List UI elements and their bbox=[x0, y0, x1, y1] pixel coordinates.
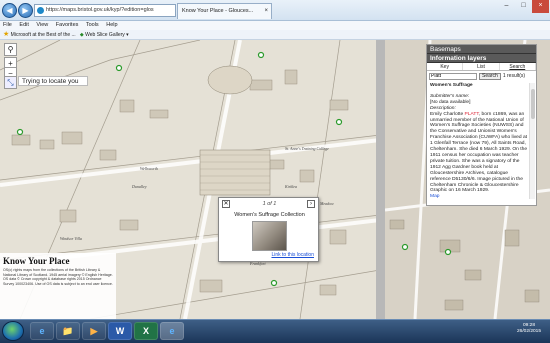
minimize-button[interactable]: – bbox=[498, 0, 515, 13]
tab-search[interactable]: Search bbox=[499, 63, 536, 70]
map-label-wellsworth: Wellsworth bbox=[140, 166, 158, 171]
tab-close-icon[interactable]: × bbox=[264, 4, 268, 19]
start-button[interactable] bbox=[2, 321, 24, 341]
menu-tools[interactable]: Tools bbox=[86, 22, 99, 28]
taskbar-ie-icon[interactable]: e bbox=[30, 322, 54, 340]
favorite-link-microsoft[interactable]: Microsoft at the Best of the ... bbox=[11, 32, 76, 38]
taskbar-ie-active-icon[interactable]: e bbox=[160, 322, 184, 340]
tab-list[interactable]: List bbox=[463, 63, 500, 70]
map-marker[interactable] bbox=[335, 118, 343, 126]
taskbar-media-icon[interactable]: ▶ bbox=[82, 322, 106, 340]
popup-location-link[interactable]: Link to this location bbox=[271, 252, 314, 258]
kyp-title: Know Your Place bbox=[3, 256, 70, 266]
map-marker[interactable] bbox=[257, 51, 265, 59]
menu-bar: File Edit View Favorites Tools Help bbox=[0, 21, 550, 30]
menu-help[interactable]: Help bbox=[106, 22, 117, 28]
sidebar-search-row: Search 1 result(s) bbox=[427, 71, 536, 81]
layers-sidebar: Basemaps Information layers Key List Sea… bbox=[426, 44, 537, 206]
map-label-kirklea: Kirklea bbox=[284, 184, 297, 189]
back-button[interactable]: ◀ bbox=[2, 3, 17, 18]
search-result-record: Women's Suffrage Submitter's name: [No d… bbox=[427, 81, 536, 201]
tab-label: Know Your Place - Glouces... bbox=[182, 8, 254, 14]
description-part: , born c1869, was an unmarried member of… bbox=[430, 111, 528, 194]
search-highlight: PLATT bbox=[464, 111, 479, 117]
site-favicon-icon bbox=[37, 7, 44, 14]
clock-date: 26/02/2015 bbox=[516, 329, 541, 334]
popup-photo-thumbnail[interactable] bbox=[252, 221, 287, 251]
map-label-st-annes: St. Anne's Training College bbox=[285, 146, 329, 151]
map-label-meadow: Meadow bbox=[319, 201, 334, 206]
taskbar-excel-icon[interactable]: X bbox=[134, 322, 158, 340]
description-text: Emily Charlotte PLATT, born c1869, was a… bbox=[430, 112, 528, 195]
maximize-button[interactable]: □ bbox=[515, 0, 532, 13]
scrollbar-thumb[interactable] bbox=[531, 89, 535, 119]
locate-status-message: Trying to locate you bbox=[18, 76, 88, 86]
menu-view[interactable]: View bbox=[36, 22, 48, 28]
menu-favorites[interactable]: Favorites bbox=[56, 22, 79, 28]
basemaps-header[interactable]: Basemaps bbox=[427, 45, 536, 54]
popup-count: 1 of 1 bbox=[262, 201, 277, 207]
favorite-link-web-slice[interactable]: Web Slice Gallery ▾ bbox=[85, 32, 129, 38]
search-input[interactable] bbox=[429, 72, 477, 80]
close-window-button[interactable]: × bbox=[532, 0, 549, 13]
geolocate-icon[interactable]: ⤡ bbox=[4, 76, 17, 89]
kyp-credit-text: OS(c) rights maps from the collections o… bbox=[3, 268, 113, 286]
feature-popup: ✕ 1 of 1 › Women's Suffrage Collection L… bbox=[218, 197, 319, 262]
result-count: 1 result(s) bbox=[502, 73, 526, 79]
record-map-link[interactable]: Map bbox=[430, 194, 528, 200]
favorites-star-icon[interactable]: ★ bbox=[3, 31, 9, 38]
information-layers-header[interactable]: Information layers bbox=[427, 54, 536, 63]
menu-edit[interactable]: Edit bbox=[19, 22, 28, 28]
popup-title: Women's Suffrage Collection bbox=[234, 212, 305, 218]
system-clock[interactable]: 09:28 26/02/2015 bbox=[510, 323, 548, 335]
description-part: Emily Charlotte bbox=[430, 111, 465, 117]
taskbar-word-icon[interactable]: W bbox=[108, 322, 132, 340]
record-title: Women's Suffrage bbox=[430, 83, 473, 88]
map-label-windsor: Windsor Villa bbox=[60, 236, 82, 241]
search-button[interactable]: Search bbox=[479, 72, 501, 80]
forward-button[interactable]: ▶ bbox=[18, 3, 33, 18]
map-marker[interactable] bbox=[115, 64, 123, 72]
map-label-dunalley: Dunalley bbox=[131, 184, 147, 189]
know-your-place-panel: Know Your Place OS(c) rights maps from t… bbox=[0, 253, 116, 319]
url-field[interactable]: https://maps.bristol.gov.uk/kyp/?edition… bbox=[34, 4, 176, 17]
menu-file[interactable]: File bbox=[3, 22, 12, 28]
popup-next-icon[interactable]: › bbox=[307, 200, 315, 208]
map-marker[interactable] bbox=[270, 279, 278, 287]
taskbar-explorer-icon[interactable]: 📁 bbox=[56, 322, 80, 340]
favorites-bar: ★ Microsoft at the Best of the ... ◆ Web… bbox=[0, 30, 550, 40]
sidebar-scrollbar[interactable] bbox=[529, 83, 535, 199]
map-search-icon[interactable]: ⚲ bbox=[4, 43, 17, 56]
sidebar-tabs: Key List Search bbox=[427, 63, 536, 71]
map-marker[interactable] bbox=[16, 128, 24, 136]
url-text: https://maps.bristol.gov.uk/kyp/?edition… bbox=[46, 7, 154, 13]
web-slice-icon: ◆ bbox=[79, 32, 84, 38]
tab-key[interactable]: Key bbox=[427, 63, 464, 70]
tab-know-your-place[interactable]: Know Your Place - Glouces... × bbox=[177, 3, 272, 19]
map-splitter-handle[interactable] bbox=[376, 40, 385, 319]
